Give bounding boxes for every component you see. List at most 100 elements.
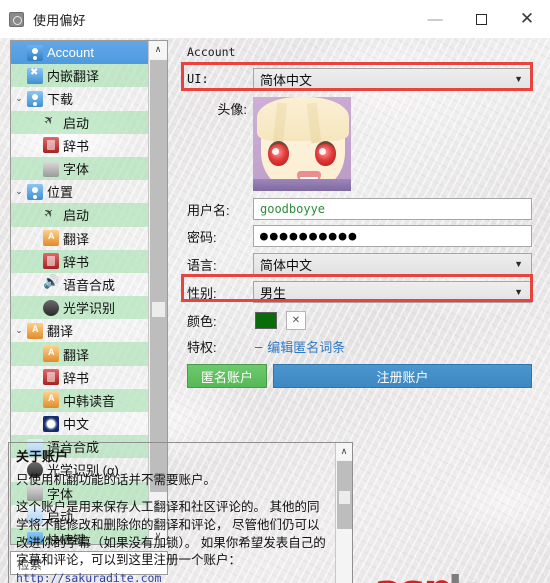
sidebar-item-label: 中文 [63, 417, 90, 433]
ui-label: UI: [187, 72, 209, 86]
ui-language-select[interactable]: 简体中文 ▼ [253, 68, 532, 90]
sidebar-scroll-up-button[interactable]: ∧ [149, 41, 167, 58]
speaker-icon [43, 274, 59, 292]
sidebar-item-1[interactable]: 内嵌翻译 [11, 64, 148, 88]
privilege-dash: – [255, 338, 263, 354]
gender-select[interactable]: 男生 ▼ [253, 281, 532, 303]
avatar-eye-right [315, 141, 336, 166]
close-button[interactable]: ✕ [504, 0, 550, 38]
language-select[interactable]: 简体中文 ▼ [253, 253, 532, 275]
help-scrollbar-thumb[interactable] [337, 461, 352, 529]
password-label: 密码: [187, 229, 217, 245]
translate-icon [43, 230, 59, 247]
avatar[interactable] [253, 97, 351, 191]
panel-title: Account [187, 45, 236, 59]
sidebar-item-11[interactable]: 光学识别 [11, 296, 148, 320]
gender-row: 性别: 男生 ▼ [187, 280, 540, 304]
sidebar-item-label: 辞书 [63, 138, 90, 154]
sidebar-item-label: 光学识别 [63, 301, 116, 317]
sakuradite-link[interactable]: http://sakuradite.com [16, 571, 161, 583]
sidebar-item-label: 中韩读音 [63, 393, 116, 409]
account-buttons-row: 匿名账户 注册账户 [187, 364, 532, 388]
avatar-eye-left [268, 141, 289, 166]
dictionary-icon [43, 137, 59, 154]
sidebar-item-16[interactable]: 中文 [11, 412, 148, 435]
expand-chevron-icon[interactable]: ⌄ [11, 187, 27, 196]
color-swatch[interactable] [255, 311, 277, 329]
window-title: 使用偏好 [33, 12, 86, 28]
sidebar-item-label: 语音合成 [63, 277, 116, 293]
sidebar-item-label: 下载 [47, 92, 74, 108]
sidebar-item-7[interactable]: 启动 [11, 203, 148, 227]
help-paragraph-2-text: 这个账户是用来保存人工翻译和社区评论的。 其他的同学将不能修改和删除你的翻译和评… [16, 500, 326, 568]
avatar-hair [257, 97, 349, 141]
help-paragraph-2: 这个账户是用来保存人工翻译和社区评论的。 其他的同学将不能修改和删除你的翻译和评… [16, 499, 328, 583]
sidebar-item-3[interactable]: 启动 [11, 110, 148, 134]
language-value: 简体中文 [260, 257, 313, 273]
anonymous-account-button[interactable]: 匿名账户 [187, 364, 267, 388]
language-row: 语言: 简体中文 ▼ [187, 252, 540, 276]
expand-chevron-icon[interactable]: ⌄ [11, 326, 27, 335]
sidebar-item-label: Account [47, 45, 94, 61]
sidebar-item-6[interactable]: ⌄ 位置 [11, 180, 148, 203]
help-scroll-up-button[interactable]: ∧ [336, 443, 352, 460]
register-account-button[interactable]: 注册账户 [273, 364, 532, 388]
dictionary-icon [43, 253, 59, 270]
sidebar-item-12[interactable]: ⌄ 翻译 [11, 319, 148, 342]
sun-flag-icon [43, 415, 59, 432]
help-text-panel: 关于账户 只使用机翻功能的话并不需要账户。 这个账户是用来保存人工翻译和社区评论… [8, 442, 353, 583]
content-area: Account内嵌翻译⌄下载启动辞书字体⌄位置启动翻译辞书语音合成光学识别⌄翻译… [0, 38, 550, 583]
color-label: 颜色: [187, 313, 217, 329]
sidebar-item-10[interactable]: 语音合成 [11, 273, 148, 296]
password-value: ●●●●●●●●●● [260, 228, 359, 244]
sidebar-item-13[interactable]: 翻译 [11, 342, 148, 366]
rocket-icon [43, 207, 59, 223]
sidebar-item-5[interactable]: 字体 [11, 156, 148, 181]
maximize-icon [475, 13, 487, 25]
sidebar-item-label: 字体 [63, 162, 90, 178]
sidebar-item-label: 翻译 [63, 347, 90, 363]
sidebar-item-0[interactable]: Account [11, 41, 148, 65]
location-icon [27, 183, 43, 200]
color-clear-button[interactable]: ✕ [286, 310, 306, 330]
chevron-down-icon: ▼ [514, 259, 523, 269]
maximize-button[interactable] [458, 0, 504, 38]
sidebar-item-14[interactable]: 辞书 [11, 366, 148, 389]
sidebar-item-label: 启动 [63, 208, 90, 224]
sidebar-item-label: 位置 [47, 185, 74, 201]
translate-icon [43, 392, 59, 409]
help-scrollbar[interactable]: ∧ [335, 443, 352, 583]
sidebar-item-15[interactable]: 中韩读音 [11, 388, 148, 412]
edit-anonymous-entry-link[interactable]: 编辑匿名词条 [267, 337, 345, 356]
gender-value: 男生 [260, 285, 287, 301]
minimize-icon: — [427, 10, 443, 28]
help-text-content: 关于账户 只使用机翻功能的话并不需要账户。 这个账户是用来保存人工翻译和社区评论… [9, 443, 335, 583]
sidebar-item-label: 翻译 [63, 231, 90, 247]
privilege-label: 特权: [187, 339, 217, 355]
ocr-icon [43, 299, 59, 316]
username-value: goodboyye [260, 202, 326, 216]
sidebar-item-4[interactable]: 辞书 [11, 134, 148, 157]
expand-chevron-icon[interactable]: ⌄ [11, 94, 27, 103]
help-heading-account: 关于账户 [16, 449, 69, 464]
font-icon [43, 160, 59, 177]
translate-icon [43, 346, 59, 363]
sidebar-item-9[interactable]: 辞书 [11, 249, 148, 273]
sidebar-item-2[interactable]: ⌄ 下载 [11, 87, 148, 110]
app-icon [9, 11, 24, 27]
sidebar-scrollbar-thumb[interactable] [150, 60, 167, 492]
window-controls: — ✕ [412, 0, 550, 38]
username-input[interactable]: goodboyye [253, 198, 532, 220]
chevron-down-icon: ▼ [514, 74, 523, 84]
sidebar-item-label: 辞书 [63, 370, 90, 386]
translate-icon [27, 322, 43, 339]
dictionary-icon [43, 369, 59, 386]
minimize-button[interactable]: — [412, 0, 458, 38]
username-label: 用户名: [187, 202, 230, 218]
avatar-label: 头像: [217, 102, 247, 117]
password-input[interactable]: ●●●●●●●●●● [253, 225, 532, 247]
rocket-icon [43, 114, 59, 130]
sidebar-item-8[interactable]: 翻译 [11, 227, 148, 250]
language-label: 语言: [187, 257, 217, 273]
color-row: 颜色: ✕ [187, 308, 540, 332]
